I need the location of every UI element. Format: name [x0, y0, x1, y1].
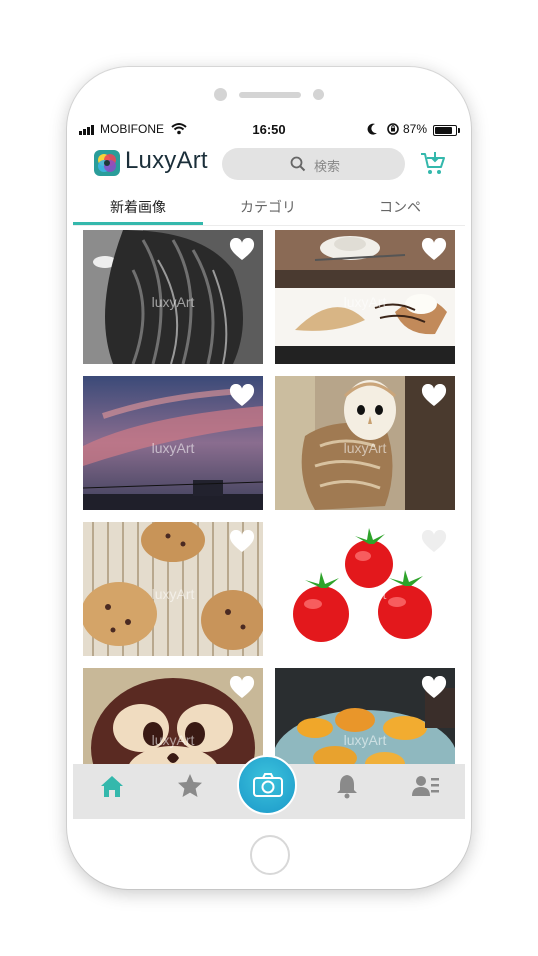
image-card[interactable]: luxyArt [83, 376, 263, 510]
like-heart-icon[interactable] [421, 384, 447, 408]
home-icon[interactable] [98, 772, 126, 800]
image-grid: luxyArt luxyArt luxyArt luxyArt luxyArt … [73, 226, 465, 764]
camera-icon [253, 773, 283, 797]
phone-frame: MOBIFONE 16:50 87% LuxyArt 検索 新着画像 カテゴリ … [67, 67, 471, 889]
app-screen: MOBIFONE 16:50 87% LuxyArt 検索 新着画像 カテゴリ … [73, 119, 465, 819]
like-heart-icon[interactable] [229, 676, 255, 700]
like-heart-icon[interactable] [229, 384, 255, 408]
watermark-text: luxyArt [151, 294, 195, 310]
battery-tip [458, 128, 460, 133]
camera-button[interactable] [237, 755, 297, 815]
watermark-text: luxyArt [343, 586, 387, 602]
tab-competition[interactable]: コンペ [335, 189, 465, 225]
bell-icon[interactable] [333, 772, 361, 800]
like-heart-icon[interactable] [229, 238, 255, 262]
app-header: LuxyArt 検索 [73, 143, 465, 183]
image-card[interactable]: luxyArt [83, 522, 263, 656]
image-card[interactable]: luxyArt [275, 230, 455, 364]
category-tabs: 新着画像 カテゴリ コンペ [73, 189, 465, 225]
star-icon[interactable] [176, 772, 204, 800]
battery-percent: 87% [403, 122, 428, 136]
watermark-text: luxyArt [151, 586, 195, 602]
like-heart-icon[interactable] [229, 530, 255, 554]
search-input[interactable]: 検索 [222, 148, 405, 180]
app-title: LuxyArt [125, 147, 208, 174]
like-heart-icon[interactable] [421, 238, 447, 262]
app-logo-icon[interactable] [94, 150, 120, 176]
watermark-text: luxyArt [151, 732, 195, 748]
search-icon [290, 156, 306, 172]
image-card[interactable]: luxyArt [83, 230, 263, 364]
image-card[interactable]: luxyArt [275, 668, 455, 764]
watermark-text: luxyArt [343, 732, 387, 748]
proximity-sensor [313, 89, 324, 100]
watermark-text: luxyArt [343, 440, 387, 456]
image-card[interactable]: luxyArt [83, 668, 263, 764]
battery-icon [433, 125, 457, 136]
status-bar: MOBIFONE 16:50 87% [73, 119, 465, 141]
phone-home-button[interactable] [250, 835, 290, 875]
like-heart-icon[interactable] [421, 530, 447, 554]
image-card[interactable]: luxyArt [275, 522, 455, 656]
cart-icon[interactable] [419, 149, 447, 177]
watermark-text: luxyArt [151, 440, 195, 456]
tab-new-images[interactable]: 新着画像 [73, 189, 203, 225]
front-camera [214, 88, 227, 101]
watermark-text: luxyArt [343, 294, 387, 310]
earpiece-speaker [239, 92, 301, 98]
profile-list-icon[interactable] [411, 772, 441, 800]
do-not-disturb-icon [367, 123, 377, 135]
search-placeholder: 検索 [314, 159, 341, 174]
image-card[interactable]: luxyArt [275, 376, 455, 510]
rotation-lock-icon [387, 123, 399, 135]
tab-category[interactable]: カテゴリ [203, 189, 333, 225]
like-heart-icon[interactable] [421, 676, 447, 700]
